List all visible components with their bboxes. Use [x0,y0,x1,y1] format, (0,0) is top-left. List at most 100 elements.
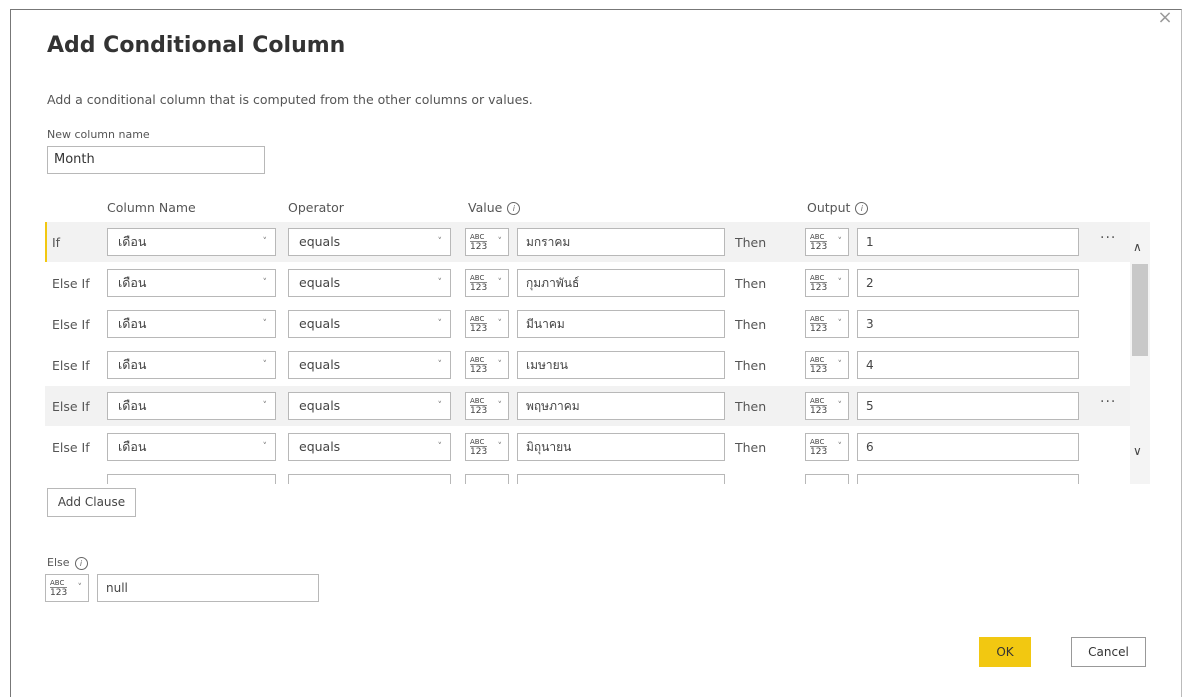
ok-button[interactable]: OK [979,637,1031,667]
column-name-value: เดือน [118,234,147,249]
value-type-selector[interactable]: ABC 123 ˅ [465,392,509,420]
chevron-down-icon: ˅ [837,442,843,452]
value-input[interactable]: มีนาคม [517,310,725,338]
chevron-down-icon: ˅ [437,278,443,288]
value-input[interactable]: มิถุนายน [517,433,725,461]
chevron-down-icon: ˅ [497,319,503,329]
output-type-selector[interactable]: ABC 123 ˅ [805,433,849,461]
chevron-down-icon: ˅ [437,360,443,370]
abc-label: ABC [470,315,485,323]
add-clause-button[interactable]: Add Clause [47,488,136,517]
cancel-button[interactable]: Cancel [1071,637,1146,667]
output-type-selector[interactable]: ABC 123 ˅ [805,310,849,338]
chevron-down-icon: ˅ [262,319,268,329]
then-label: Then [735,440,767,455]
chevron-down-icon: ˅ [497,237,503,247]
operator-value: equals [299,275,341,290]
output-type-selector[interactable] [805,474,849,484]
value-type-selector[interactable] [465,474,509,484]
value-input[interactable]: พฤษภาคม [517,392,725,420]
output-input[interactable]: 3 [857,310,1079,338]
operator-dropdown[interactable] [288,474,451,484]
value-type-selector[interactable]: ABC 123 ˅ [465,310,509,338]
operator-dropdown[interactable]: equals ˅ [288,433,451,461]
else-value-input[interactable]: null [97,574,319,602]
abc-label: ABC [470,274,485,282]
value-input[interactable] [517,474,725,484]
scroll-thumb[interactable] [1132,264,1148,356]
value-input[interactable]: เมษายน [517,351,725,379]
output-type-selector[interactable]: ABC 123 ˅ [805,351,849,379]
else-info-icon[interactable]: i [74,556,88,570]
output-type-selector[interactable]: ABC 123 ˅ [805,392,849,420]
column-name-dropdown[interactable]: เดือน ˅ [107,228,276,256]
operator-value: equals [299,398,341,413]
clause-label: Else If [52,358,90,373]
value-input[interactable]: มกราคม [517,228,725,256]
dialog-description: Add a conditional column that is compute… [47,92,533,107]
scroll-down-icon[interactable]: ∨ [1133,444,1142,458]
num-label: 123 [810,405,828,416]
output-input[interactable]: 5 [857,392,1079,420]
value-info-icon[interactable]: i [507,202,521,215]
column-name-dropdown[interactable] [107,474,276,484]
output-input[interactable]: 6 [857,433,1079,461]
new-column-name-input[interactable]: Month [47,146,265,174]
column-name-dropdown[interactable]: เดือน ˅ [107,392,276,420]
clause-label: Else If [52,317,90,332]
operator-dropdown[interactable]: equals ˅ [288,392,451,420]
scroll-up-icon[interactable]: ∧ [1133,240,1142,254]
output-input[interactable]: 4 [857,351,1079,379]
column-name-value: เดือน [118,316,147,331]
value-type-selector[interactable]: ABC 123 ˅ [465,228,509,256]
then-label: Then [735,235,767,250]
abc-label: ABC [810,233,825,241]
operator-value: equals [299,357,341,372]
operator-header: Operator [288,200,344,215]
operator-dropdown[interactable]: equals ˅ [288,351,451,379]
num-label: 123 [470,364,488,375]
else-label: Else i [47,556,88,570]
else-type-selector[interactable]: ABC 123 ˅ [45,574,89,602]
clause-row: Else If เดือน ˅ equals ˅ ABC 123 ˅ พฤษภาคม Then AB… [45,386,1150,426]
num-label: 123 [470,323,488,334]
chevron-down-icon: ˅ [262,442,268,452]
output-type-selector[interactable]: ABC 123 ˅ [805,269,849,297]
value-type-selector[interactable]: ABC 123 ˅ [465,433,509,461]
output-input[interactable]: 2 [857,269,1079,297]
more-options-icon[interactable]: ··· [1100,394,1116,410]
value-type-selector[interactable]: ABC 123 ˅ [465,351,509,379]
clause-scrollbar[interactable]: ∧ ∨ [1130,222,1150,484]
value-type-selector[interactable]: ABC 123 ˅ [465,269,509,297]
clause-row-partial [45,468,1150,484]
output-header: Output i [807,200,869,215]
column-name-dropdown[interactable]: เดือน ˅ [107,433,276,461]
abc-label: ABC [470,397,485,405]
chevron-down-icon: ˅ [837,401,843,411]
column-name-value: เดือน [118,275,147,290]
value-input[interactable]: กุมภาพันธ์ [517,269,725,297]
operator-dropdown[interactable]: equals ˅ [288,269,451,297]
column-name-dropdown[interactable]: เดือน ˅ [107,351,276,379]
output-input[interactable] [857,474,1079,484]
clause-label: Else If [52,399,90,414]
close-icon[interactable]: × [1157,9,1173,27]
output-info-icon[interactable]: i [855,202,869,215]
column-name-dropdown[interactable]: เดือน ˅ [107,269,276,297]
chevron-down-icon: ˅ [837,278,843,288]
num-label: 123 [810,282,828,293]
more-options-icon[interactable]: ··· [1100,230,1116,246]
column-name-value: เดือน [118,439,147,454]
operator-dropdown[interactable]: equals ˅ [288,228,451,256]
output-type-selector[interactable]: ABC 123 ˅ [805,228,849,256]
new-column-name-label: New column name [47,128,150,141]
num-label: 123 [470,405,488,416]
clause-row: Else If เดือน ˅ equals ˅ ABC 123 ˅ มีนาคม Then ABC… [45,304,1150,344]
output-input[interactable]: 1 [857,228,1079,256]
chevron-down-icon: ˅ [437,442,443,452]
chevron-down-icon: ˅ [262,401,268,411]
then-label: Then [735,317,767,332]
column-name-header: Column Name [107,200,196,215]
operator-dropdown[interactable]: equals ˅ [288,310,451,338]
column-name-dropdown[interactable]: เดือน ˅ [107,310,276,338]
